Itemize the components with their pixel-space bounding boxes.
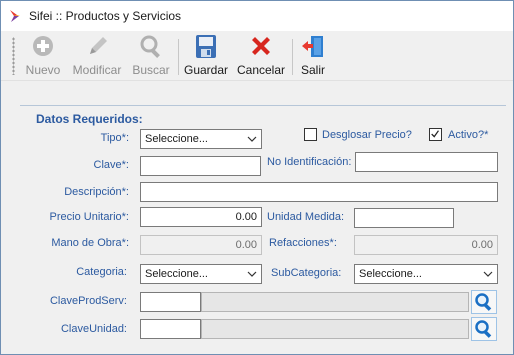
type-select[interactable]: Seleccione... — [140, 129, 262, 149]
floppy-disk-icon — [196, 35, 216, 58]
new-button-label: Nuevo — [25, 63, 61, 77]
magnifier-icon — [140, 35, 160, 58]
id-number-field[interactable] — [355, 152, 498, 172]
cancel-button[interactable]: Cancelar — [237, 34, 285, 80]
desglosar-checkbox[interactable] — [304, 128, 317, 141]
unit-measure-field[interactable] — [354, 208, 454, 228]
section-divider — [20, 105, 506, 106]
search-button-label: Buscar — [132, 63, 170, 77]
toolbar: Nuevo Modificar Buscar Guardar Cancelar … — [1, 31, 513, 81]
subcategory-label: SubCategoria: — [271, 267, 342, 279]
exit-button[interactable]: Salir — [299, 34, 327, 80]
type-label: Tipo*: — [100, 132, 129, 144]
chevron-down-icon — [247, 136, 257, 142]
description-field[interactable] — [140, 182, 498, 202]
checkmark-icon — [431, 130, 439, 138]
unit-measure-label: Unidad Medida: — [267, 211, 345, 223]
type-select-value: Seleccione... — [145, 133, 208, 145]
unit-key-code[interactable] — [140, 319, 201, 339]
search-icon — [475, 320, 492, 338]
save-button-label: Guardar — [183, 63, 229, 77]
unit-price-field[interactable]: 0.00 — [140, 207, 262, 227]
chevron-down-icon — [483, 271, 493, 277]
pencil-icon — [90, 37, 107, 54]
active-label: Activo?* — [448, 129, 489, 141]
search-icon — [475, 293, 492, 311]
app-logo-icon — [10, 10, 20, 22]
subcategory-select[interactable]: Seleccione... — [354, 264, 498, 284]
desglosar-label: Desglosar Precio? — [322, 129, 412, 141]
spare-parts-field[interactable]: 0.00 — [354, 235, 498, 255]
window-title: Sifei :: Productos y Servicios — [29, 9, 182, 23]
toolbar-grip[interactable] — [12, 37, 15, 75]
id-number-label: No Identificación: — [267, 156, 352, 168]
key-field[interactable] — [140, 156, 261, 176]
subcategory-select-value: Seleccione... — [359, 268, 422, 280]
active-checkbox[interactable] — [429, 128, 442, 141]
section-title: Datos Requeridos: — [36, 112, 143, 126]
exit-button-label: Salir — [300, 63, 325, 77]
search-button[interactable]: Buscar — [131, 34, 171, 80]
save-button[interactable]: Guardar — [184, 34, 228, 80]
red-x-icon — [252, 37, 270, 55]
toolbar-separator — [178, 39, 179, 75]
labor-field[interactable]: 0.00 — [140, 235, 262, 255]
product-service-key-code[interactable] — [140, 292, 201, 312]
product-service-key-search-button[interactable] — [471, 290, 497, 314]
category-label: Categoria: — [76, 266, 127, 278]
product-services-window: Sifei :: Productos y Servicios Nuevo Mod… — [0, 0, 514, 355]
labor-label: Mano de Obra*: — [51, 237, 129, 249]
category-select[interactable]: Seleccione... — [140, 264, 262, 284]
chevron-down-icon — [247, 271, 257, 277]
title-bar: Sifei :: Productos y Servicios — [1, 1, 513, 31]
key-label: Clave*: — [93, 159, 129, 171]
product-service-key-label: ClaveProdServ: — [49, 295, 127, 307]
edit-button[interactable]: Modificar — [69, 34, 125, 80]
new-button[interactable]: Nuevo — [23, 34, 63, 80]
exit-door-icon — [302, 36, 323, 57]
add-icon — [33, 36, 53, 56]
toolbar-separator — [292, 39, 293, 75]
description-label: Descripción*: — [64, 186, 129, 198]
unit-key-search-button[interactable] — [471, 317, 497, 341]
cancel-button-label: Cancelar — [236, 63, 286, 77]
edit-button-label: Modificar — [72, 63, 122, 77]
unit-key-description — [201, 319, 469, 339]
product-service-key-description — [201, 292, 469, 312]
category-select-value: Seleccione... — [145, 268, 208, 280]
unit-price-label: Precio Unitario*: — [49, 211, 129, 223]
spare-parts-label: Refacciones*: — [269, 237, 337, 249]
unit-key-label: ClaveUnidad: — [60, 323, 127, 335]
